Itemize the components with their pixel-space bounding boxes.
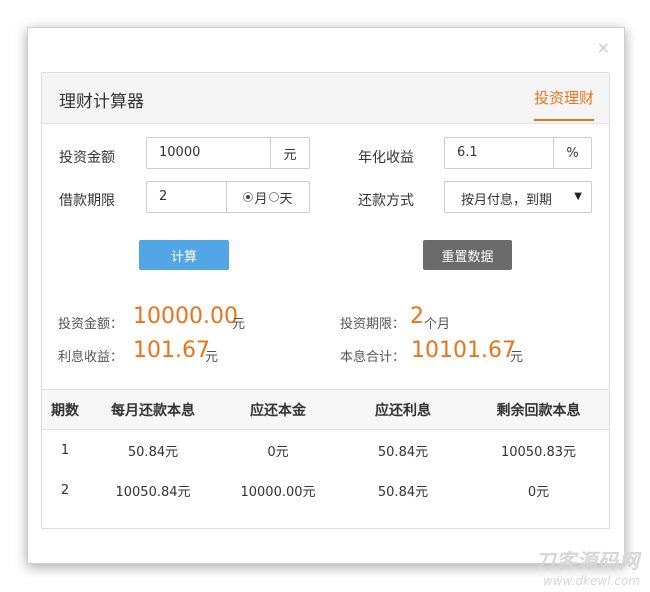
result-interest-label: 利息收益： bbox=[58, 350, 124, 365]
radio-day-label: 天 bbox=[279, 191, 293, 207]
cell-monthly-payment: 10050.84元 bbox=[115, 484, 191, 500]
cell-remaining: 0元 bbox=[527, 484, 550, 500]
cell-period: 2 bbox=[60, 482, 70, 498]
result-interest-value: 101.67 bbox=[133, 338, 210, 363]
table-row: 1 50.84元 0元 50.84元 10050.83元 bbox=[42, 430, 609, 471]
reset-button[interactable]: 重置数据 bbox=[423, 240, 512, 270]
calculator-panel: 理财计算器 投资理财 投资金额 10000 元 年化收益 6.1 % 借款期限 … bbox=[41, 72, 610, 529]
col-period: 期数 bbox=[42, 389, 88, 430]
result-amount-value: 10000.00 bbox=[133, 304, 238, 329]
cell-interest: 50.84元 bbox=[377, 484, 429, 500]
result-amount-label: 投资金额： bbox=[58, 317, 124, 332]
period-unit-toggle: 月 天 bbox=[226, 182, 309, 212]
watermark-title: 刀客源码网 bbox=[535, 549, 640, 573]
cell-principal: 0元 bbox=[267, 444, 289, 460]
cell-monthly-payment: 50.84元 bbox=[127, 444, 179, 460]
calculator-dialog: × 理财计算器 投资理财 投资金额 10000 元 年化收益 6.1 % 借款期… bbox=[27, 27, 625, 564]
col-interest: 应还利息 bbox=[338, 389, 468, 430]
amount-input[interactable]: 10000 元 bbox=[146, 137, 310, 169]
caret-down-icon: ▼ bbox=[574, 191, 582, 202]
repay-label: 还款方式 bbox=[358, 193, 414, 209]
rate-unit: % bbox=[553, 138, 591, 168]
col-principal: 应还本金 bbox=[218, 389, 338, 430]
table-row: 2 10050.84元 10000.00元 50.84元 0元 bbox=[42, 470, 609, 510]
tab-investment[interactable]: 投资理财 bbox=[533, 87, 594, 121]
cell-period: 1 bbox=[60, 442, 70, 458]
col-monthly-payment: 每月还款本息 bbox=[88, 389, 218, 430]
result-interest-unit: 元 bbox=[205, 350, 219, 365]
watermark: 刀客源码网 www.dkewl.com bbox=[535, 545, 640, 588]
radio-day[interactable] bbox=[268, 192, 279, 202]
table-header-row: 期数 每月还款本息 应还本金 应还利息 剩余回款本息 bbox=[42, 389, 609, 430]
rate-input-value: 6.1 bbox=[457, 145, 478, 160]
repay-method-select[interactable]: 按月付息，到期 ▼ bbox=[444, 181, 592, 213]
period-label: 借款期限 bbox=[59, 193, 115, 209]
result-total-unit: 元 bbox=[510, 350, 524, 365]
cell-remaining: 10050.83元 bbox=[500, 444, 577, 460]
cell-interest: 50.84元 bbox=[377, 444, 429, 460]
result-amount-unit: 元 bbox=[232, 317, 246, 332]
repayment-schedule-table: 期数 每月还款本息 应还本金 应还利息 剩余回款本息 1 50.84元 0元 5… bbox=[42, 389, 609, 510]
radio-month[interactable] bbox=[243, 192, 254, 202]
amount-label: 投资金额 bbox=[59, 150, 115, 166]
period-input[interactable]: 2 月 天 bbox=[146, 181, 310, 213]
rate-input[interactable]: 6.1 % bbox=[444, 137, 592, 169]
amount-input-value: 10000 bbox=[159, 145, 201, 160]
watermark-url: www.dkewl.com bbox=[542, 574, 640, 588]
repay-method-value: 按月付息，到期 bbox=[461, 193, 553, 208]
radio-month-label: 月 bbox=[254, 191, 268, 207]
result-total-label: 本息合计： bbox=[340, 350, 406, 365]
calculate-button[interactable]: 计算 bbox=[139, 240, 229, 270]
result-period-value: 2 bbox=[410, 304, 424, 329]
result-total-value: 10101.67 bbox=[411, 338, 516, 363]
cell-principal: 10000.00元 bbox=[240, 484, 316, 500]
period-input-value: 2 bbox=[159, 189, 168, 204]
result-period-unit: 个月 bbox=[424, 317, 451, 332]
panel-title: 理财计算器 bbox=[59, 92, 144, 112]
result-period-label: 投资期限： bbox=[340, 317, 406, 332]
amount-unit: 元 bbox=[270, 138, 309, 168]
close-icon[interactable]: × bbox=[597, 40, 610, 56]
panel-header: 理财计算器 投资理财 bbox=[42, 73, 609, 124]
rate-label: 年化收益 bbox=[358, 150, 414, 166]
col-remaining: 剩余回款本息 bbox=[468, 389, 609, 430]
